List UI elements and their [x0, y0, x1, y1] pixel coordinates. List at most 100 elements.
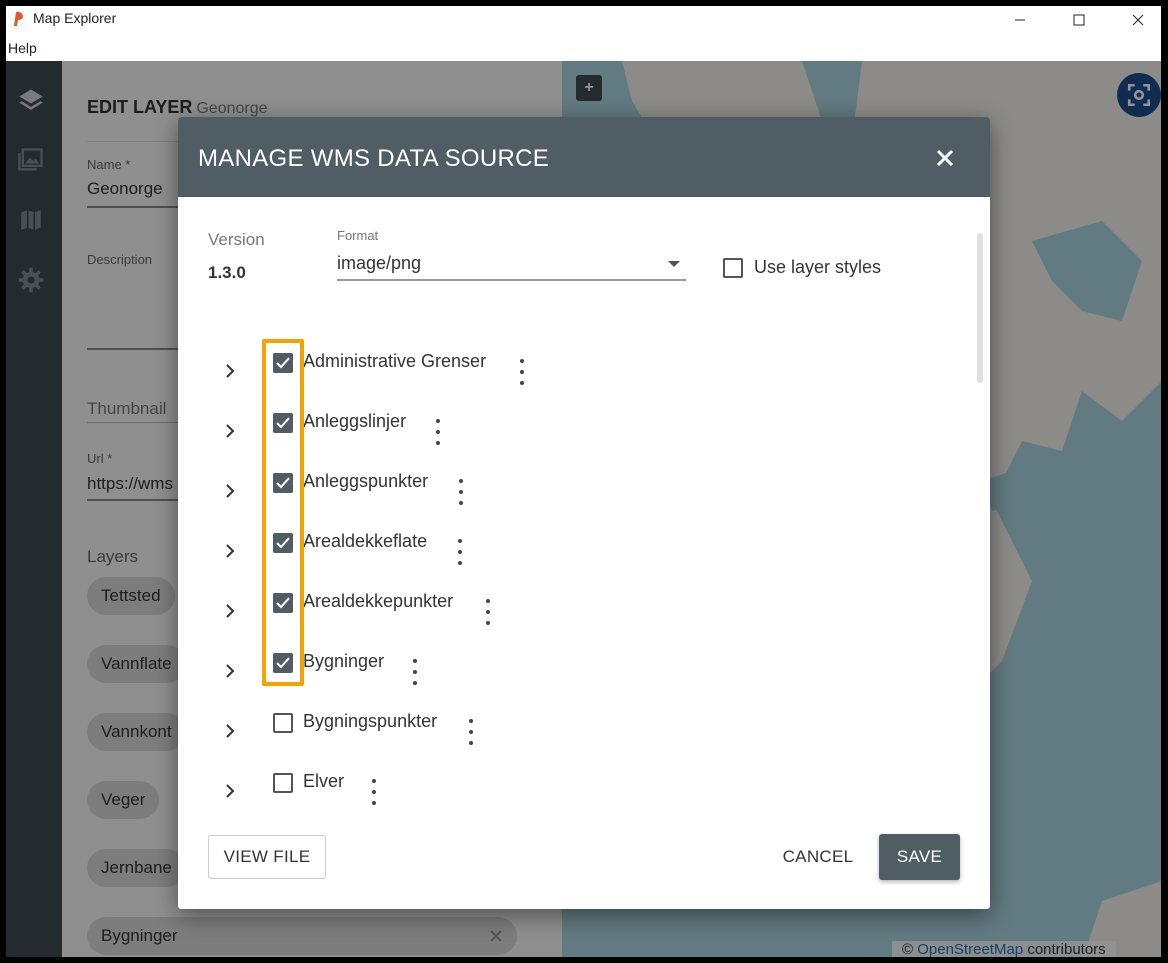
chevron-right-icon — [226, 424, 235, 438]
chevron-right-icon — [226, 664, 235, 678]
layer-label: Anleggslinjer — [303, 411, 407, 431]
layer-checkbox[interactable] — [273, 593, 293, 613]
layer-label: Administrative Grenser — [303, 351, 487, 371]
checkmark-icon — [276, 477, 290, 489]
save-button[interactable]: SAVE — [879, 834, 960, 880]
layer-checkbox[interactable] — [273, 533, 293, 553]
minimize-button[interactable] — [997, 6, 1043, 34]
minimize-icon — [1015, 19, 1025, 21]
close-icon — [1132, 14, 1144, 26]
layer-row: Administrative Grenser — [218, 351, 818, 391]
layer-row: Bygningspunkter — [218, 711, 818, 751]
more-vertical-icon — [413, 659, 417, 663]
more-vertical-icon — [486, 621, 490, 625]
expand-layer-button[interactable] — [218, 779, 242, 803]
dropdown-caret-icon — [668, 261, 680, 267]
layer-checkbox[interactable] — [273, 353, 293, 373]
chevron-right-icon — [226, 724, 235, 738]
layer-label: Anleggspunkter — [303, 471, 429, 491]
close-icon — [936, 149, 954, 167]
layer-label: Arealdekkeflate — [303, 531, 428, 551]
expand-layer-button[interactable] — [218, 479, 242, 503]
more-vertical-icon — [469, 719, 473, 723]
more-vertical-icon — [469, 741, 473, 745]
checkmark-icon — [276, 417, 290, 429]
expand-layer-button[interactable] — [218, 419, 242, 443]
manage-wms-dialog: MANAGE WMS DATA SOURCE Version 1.3.0 For… — [178, 117, 990, 909]
more-vertical-icon — [413, 681, 417, 685]
layer-row: Arealdekkeflate — [218, 531, 818, 571]
more-vertical-icon — [436, 441, 440, 445]
checkmark-icon — [276, 657, 290, 669]
use-layer-styles-label: Use layer styles — [754, 257, 882, 277]
more-vertical-icon — [458, 539, 462, 543]
more-vertical-icon — [436, 419, 440, 423]
app-logo-icon — [14, 11, 23, 26]
format-select[interactable]: image/png — [337, 251, 686, 281]
layer-menu-button[interactable] — [454, 539, 466, 565]
layer-label: Elver — [303, 771, 345, 791]
use-layer-styles-toggle[interactable]: Use layer styles — [723, 257, 881, 278]
layer-menu-button[interactable] — [432, 419, 444, 445]
layer-row: Bygninger — [218, 651, 818, 691]
more-vertical-icon — [459, 501, 463, 505]
layer-menu-button[interactable] — [482, 599, 494, 625]
close-window-button[interactable] — [1115, 6, 1161, 34]
chevron-right-icon — [226, 604, 235, 618]
layer-menu-button[interactable] — [455, 479, 467, 505]
layer-label: Bygninger — [303, 651, 385, 671]
more-vertical-icon — [458, 561, 462, 565]
menu-help[interactable]: Help — [8, 40, 37, 56]
more-vertical-icon — [520, 381, 524, 385]
chevron-right-icon — [226, 544, 235, 558]
chevron-right-icon — [226, 784, 235, 798]
layer-row: Anleggslinjer — [218, 411, 818, 451]
layer-checkbox[interactable] — [273, 473, 293, 493]
app-window: Map Explorer Help EDIT LAYER Geonorge Na… — [6, 6, 1161, 957]
checkmark-icon — [276, 537, 290, 549]
checked-layers-highlight — [262, 339, 304, 686]
layer-checkbox[interactable] — [273, 713, 293, 733]
more-vertical-icon — [436, 430, 440, 434]
menu-bar: Help — [6, 34, 1161, 62]
expand-layer-button[interactable] — [218, 719, 242, 743]
layer-row: Anleggspunkter — [218, 471, 818, 511]
layer-checkbox[interactable] — [273, 413, 293, 433]
more-vertical-icon — [520, 370, 524, 374]
maximize-button[interactable] — [1056, 6, 1102, 34]
expand-layer-button[interactable] — [218, 659, 242, 683]
expand-layer-button[interactable] — [218, 359, 242, 383]
checkmark-icon — [276, 357, 290, 369]
format-value: image/png — [337, 253, 422, 273]
title-bar: Map Explorer — [6, 6, 1161, 34]
layer-row: Arealdekkepunkter — [218, 591, 818, 631]
more-vertical-icon — [458, 550, 462, 554]
more-vertical-icon — [469, 730, 473, 734]
layer-checkbox[interactable] — [273, 773, 293, 793]
more-vertical-icon — [520, 359, 524, 363]
chevron-right-icon — [226, 364, 235, 378]
layer-menu-button[interactable] — [516, 359, 528, 385]
more-vertical-icon — [459, 490, 463, 494]
view-file-button[interactable]: VIEW FILE — [208, 835, 326, 879]
more-vertical-icon — [459, 479, 463, 483]
layer-menu-button[interactable] — [409, 659, 421, 685]
more-vertical-icon — [486, 610, 490, 614]
version-label: Version — [208, 230, 265, 249]
layer-label: Arealdekkepunkter — [303, 591, 454, 611]
maximize-icon — [1073, 14, 1085, 26]
dialog-close-button[interactable] — [930, 143, 960, 173]
layer-checkbox[interactable] — [273, 653, 293, 673]
more-vertical-icon — [413, 670, 417, 674]
layer-menu-button[interactable] — [465, 719, 477, 745]
layer-menu-button[interactable] — [368, 779, 380, 805]
more-vertical-icon — [372, 779, 376, 783]
cancel-button[interactable]: CANCEL — [768, 835, 868, 879]
dialog-scrollbar[interactable] — [977, 233, 983, 383]
expand-layer-button[interactable] — [218, 599, 242, 623]
version-value: 1.3.0 — [208, 263, 246, 282]
more-vertical-icon — [372, 801, 376, 805]
use-layer-styles-checkbox[interactable] — [723, 257, 743, 278]
checkmark-icon — [276, 597, 290, 609]
expand-layer-button[interactable] — [218, 539, 242, 563]
